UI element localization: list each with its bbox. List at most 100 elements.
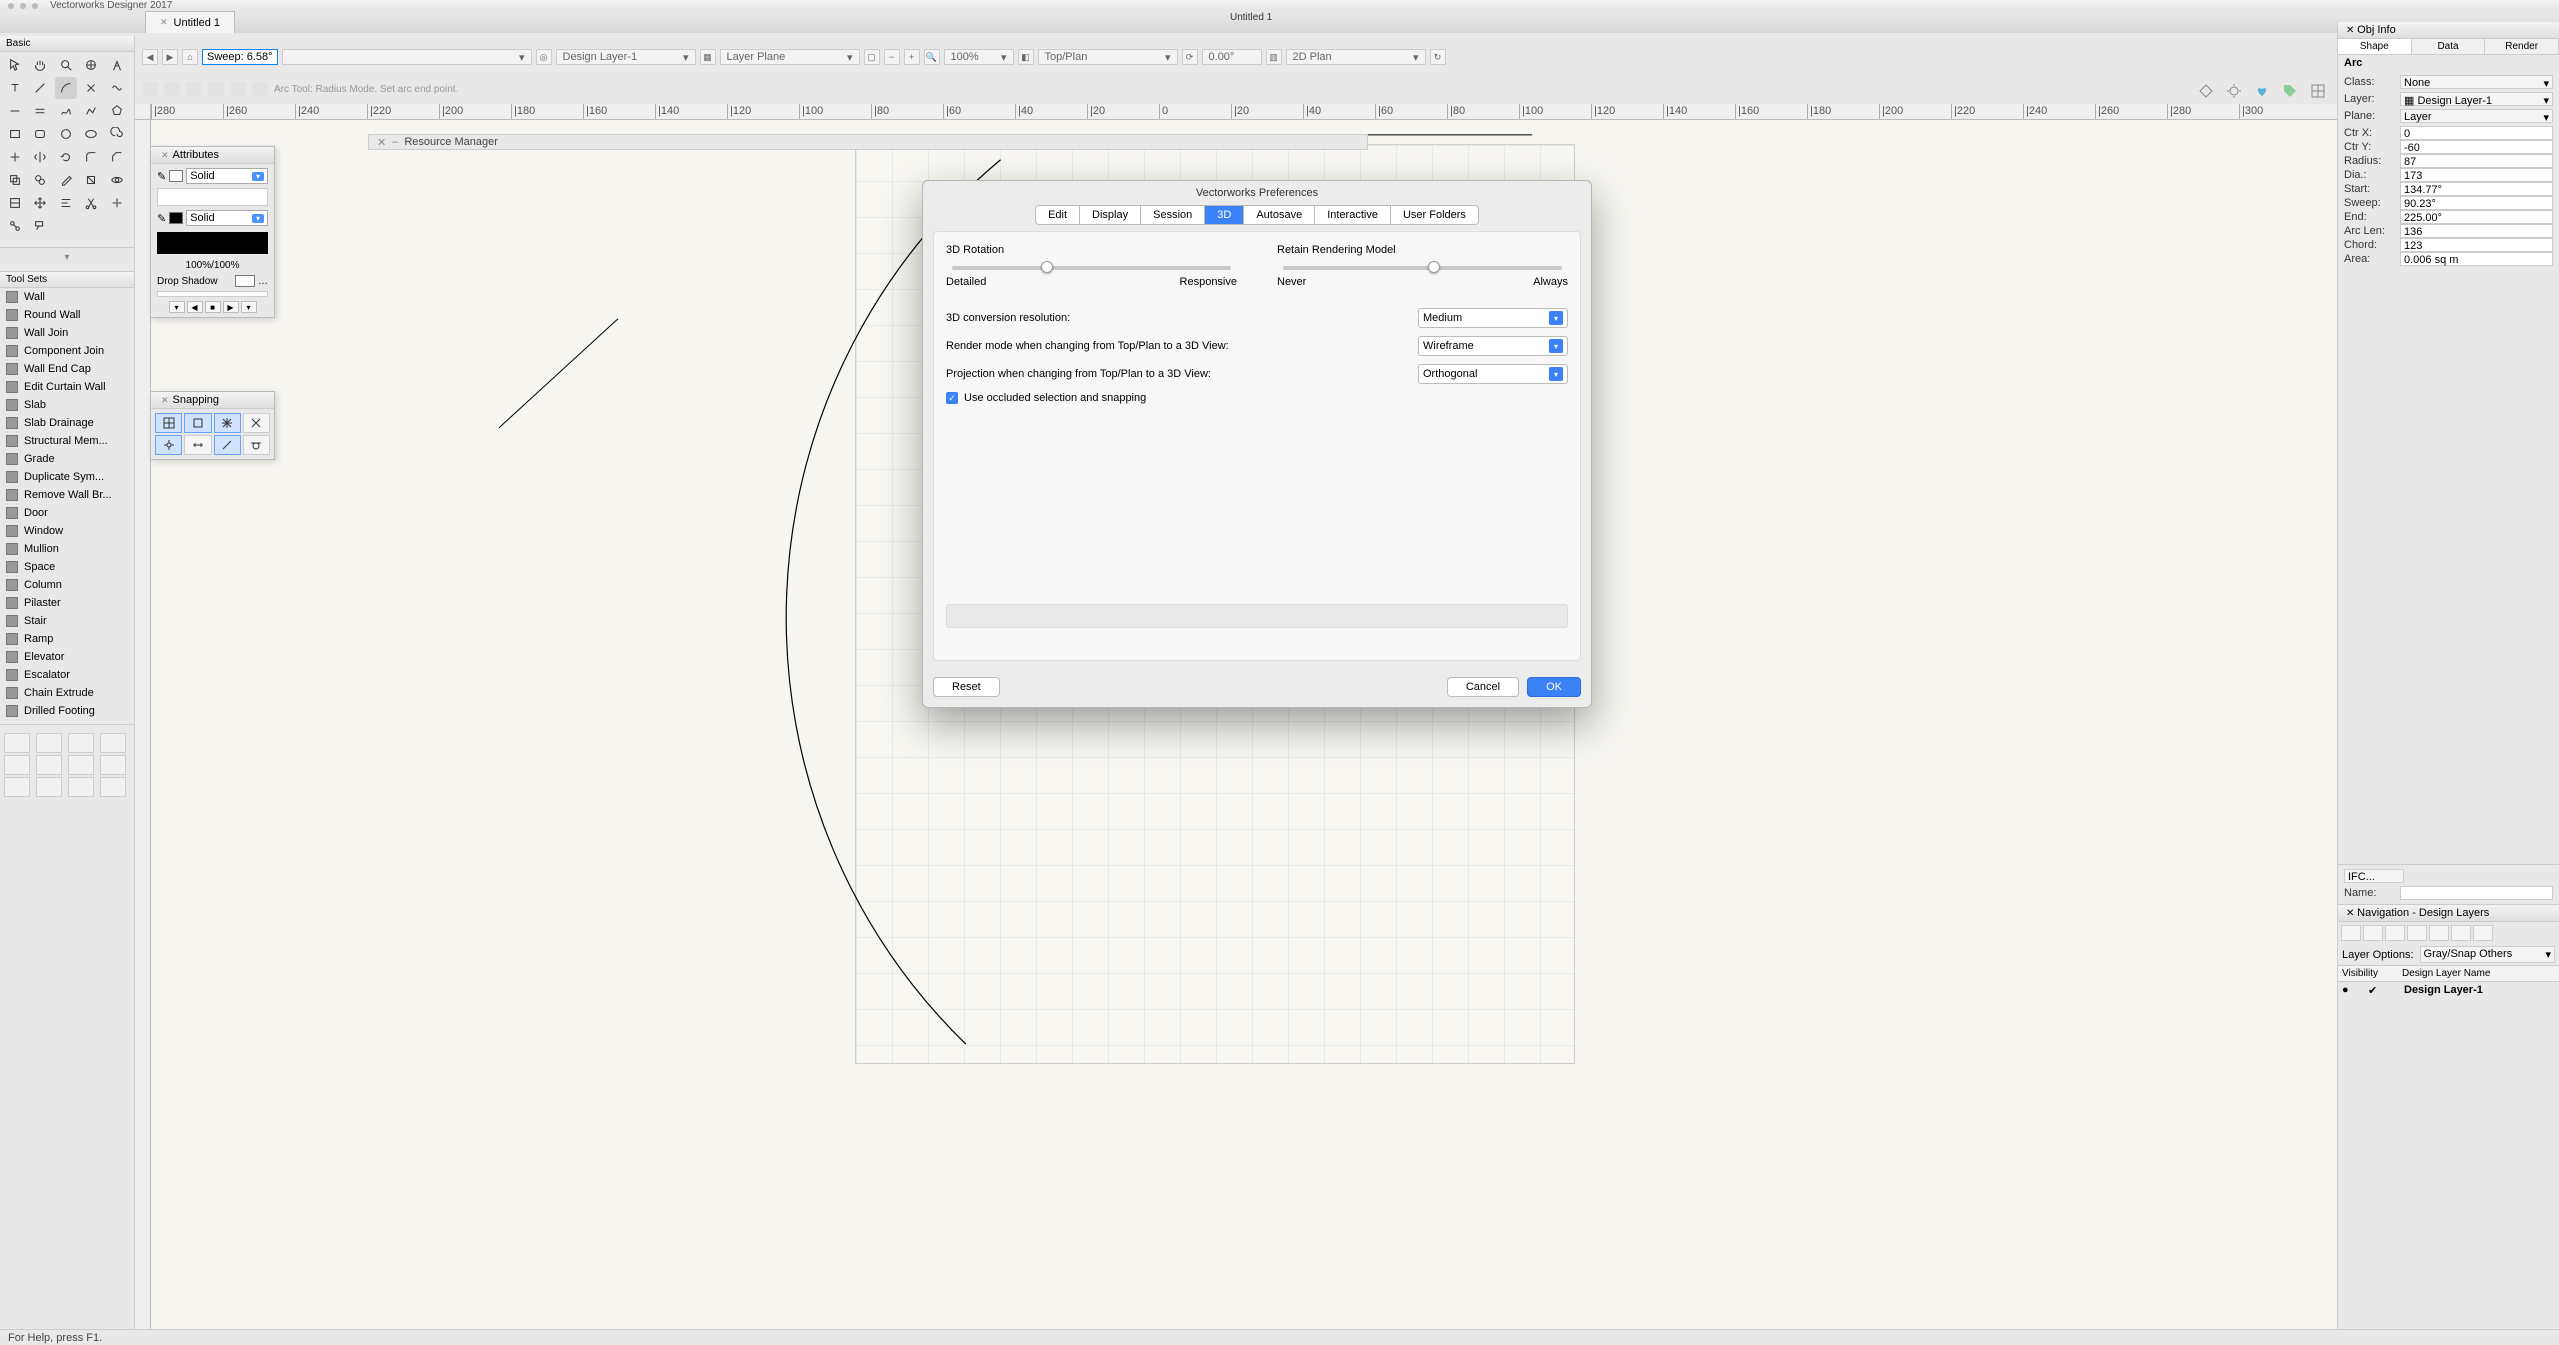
fill-color-swatch[interactable] [169, 170, 183, 182]
snap-intersect-icon[interactable] [243, 413, 270, 433]
close-tab-icon[interactable]: ✕ [160, 17, 168, 28]
marker-c[interactable]: ■ [205, 301, 221, 313]
fill-mode-dropdown[interactable]: Solid▾ [186, 168, 268, 184]
spiral-tool[interactable] [106, 123, 128, 145]
tab-render[interactable]: Render [2485, 39, 2559, 54]
polyline-tool[interactable] [80, 100, 102, 122]
toolset-item[interactable]: Grade [0, 450, 134, 468]
callout-tool[interactable] [29, 215, 51, 237]
resource-manager-bar[interactable]: ✕ – Resource Manager [368, 134, 1368, 150]
pref-row-dropdown[interactable]: Medium▾ [1418, 308, 1568, 328]
nav-mode-icon[interactable] [2429, 925, 2449, 941]
reset-button[interactable]: Reset [933, 677, 1000, 697]
tag-icon[interactable] [2279, 82, 2301, 100]
polygon-tool[interactable] [106, 100, 128, 122]
class-dropdown[interactable]: None▾ [2400, 75, 2553, 89]
mode-radius-icon[interactable] [142, 82, 158, 96]
snap-edge-icon[interactable] [214, 435, 241, 455]
eyedropper-tool[interactable] [55, 169, 77, 191]
x-tool[interactable] [80, 77, 102, 99]
retain-slider[interactable] [1283, 266, 1562, 270]
toolset-item[interactable]: Chain Extrude [0, 684, 134, 702]
trim-tool[interactable] [80, 192, 102, 214]
toolset-item[interactable]: Escalator [0, 666, 134, 684]
col-visibility[interactable]: Visibility [2338, 966, 2398, 981]
prop-input[interactable]: 225.00° [2400, 210, 2553, 224]
fit-icon[interactable]: ▢ [864, 49, 880, 65]
freehand-tool[interactable] [55, 100, 77, 122]
toolset-cell[interactable] [68, 755, 94, 775]
nav-mode-icon[interactable] [2451, 925, 2471, 941]
nav-mode-icon[interactable] [2473, 925, 2493, 941]
snap-angle-icon[interactable] [214, 413, 241, 433]
toolset-item[interactable]: Round Wall [0, 306, 134, 324]
move-tool[interactable] [29, 192, 51, 214]
toolset-item[interactable]: Wall End Cap [0, 360, 134, 378]
line-tool[interactable] [29, 77, 51, 99]
max-light[interactable] [32, 3, 38, 9]
toolset-cell[interactable] [100, 777, 126, 797]
name-input[interactable] [2400, 886, 2553, 900]
grid-pref-icon[interactable] [2307, 82, 2329, 100]
toolset-item[interactable]: Pilaster [0, 594, 134, 612]
plane-dropdown[interactable]: Layer Plane▾ [720, 49, 860, 65]
rotate-icon[interactable]: ⟳ [1182, 49, 1198, 65]
mode-3pt-icon[interactable] [164, 82, 180, 96]
snap-object-icon[interactable] [184, 413, 211, 433]
pref-tab-user folders[interactable]: User Folders [1391, 206, 1478, 224]
active-layer-dropdown[interactable]: Design Layer-1▾ [556, 49, 696, 65]
align-tool[interactable] [55, 192, 77, 214]
close-palette-icon[interactable]: ✕ [161, 395, 169, 406]
rectangle-tool[interactable] [4, 123, 26, 145]
prop-input[interactable]: 0 [2400, 126, 2553, 140]
double-line-tool[interactable] [29, 100, 51, 122]
pref-tab-3d[interactable]: 3D [1205, 206, 1244, 224]
stroke-pen-icon[interactable]: ✎ [157, 212, 166, 225]
nav-mode-icon[interactable] [2363, 925, 2383, 941]
sweep-input[interactable]: Sweep: 6.58° [202, 49, 278, 65]
toolset-item[interactable]: Column [0, 576, 134, 594]
ifc-button[interactable]: IFC... [2344, 869, 2404, 883]
pref-tab-autosave[interactable]: Autosave [1244, 206, 1315, 224]
layer-options-dropdown[interactable]: Gray/Snap Others▾ [2420, 946, 2555, 963]
walkthrough-tool[interactable] [106, 54, 128, 76]
stroke-color-swatch[interactable] [169, 212, 183, 224]
zoom-out-icon[interactable]: − [884, 49, 900, 65]
ruler-origin[interactable] [135, 104, 151, 120]
mirror-tool[interactable] [29, 146, 51, 168]
tab-data[interactable]: Data [2412, 39, 2486, 54]
chamfer-tool[interactable] [106, 146, 128, 168]
pref-tab-edit[interactable]: Edit [1036, 206, 1080, 224]
marker-d[interactable]: ▶ [223, 301, 239, 313]
zoom-in-icon[interactable]: + [904, 49, 920, 65]
toolset-item[interactable]: Mullion [0, 540, 134, 558]
toolset-item[interactable]: Slab Drainage [0, 414, 134, 432]
prop-input[interactable]: 136 [2400, 224, 2553, 238]
marker-e[interactable]: ▾ [241, 301, 257, 313]
symbol-tool[interactable] [4, 192, 26, 214]
nav-mode-icon[interactable] [2341, 925, 2361, 941]
ok-button[interactable]: OK [1527, 677, 1581, 697]
gear-icon[interactable] [2223, 82, 2245, 100]
toolset-cell[interactable] [4, 733, 30, 753]
nav-mode-icon[interactable] [2385, 925, 2405, 941]
render-mode-dropdown[interactable]: 2D Plan▾ [1286, 49, 1426, 65]
prop-input[interactable]: -60 [2400, 140, 2553, 154]
connect-tool[interactable] [4, 215, 26, 237]
toolset-item[interactable]: Slab [0, 396, 134, 414]
plane-icon[interactable]: ▦ [700, 49, 716, 65]
reshape-tool[interactable] [106, 77, 128, 99]
attribute-tool[interactable] [80, 169, 102, 191]
close-palette-icon[interactable]: ✕ [161, 150, 169, 161]
vertical-ruler[interactable] [135, 120, 151, 1329]
toolset-item[interactable]: Remove Wall Br... [0, 486, 134, 504]
clip-tool[interactable] [29, 169, 51, 191]
plane-dropdown[interactable]: Layer▾ [2400, 109, 2553, 123]
pref-tab-session[interactable]: Session [1141, 206, 1205, 224]
toolset-item[interactable]: Elevator [0, 648, 134, 666]
mode-tangent-icon[interactable] [186, 82, 202, 96]
home-icon[interactable]: ⌂ [182, 49, 198, 65]
occluded-checkbox[interactable]: ✓ Use occluded selection and snapping [946, 392, 1568, 404]
zoom-tool[interactable] [55, 54, 77, 76]
toolset-item[interactable]: Window [0, 522, 134, 540]
